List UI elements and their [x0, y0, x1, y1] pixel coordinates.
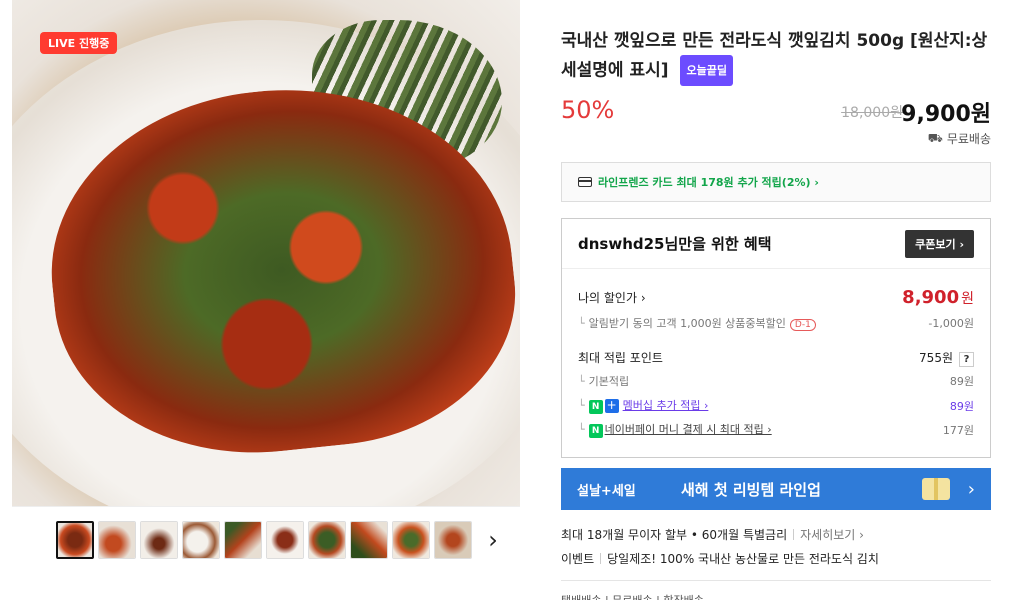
discount-rate: 50% [561, 96, 615, 124]
shipping-label: 무료배송 [946, 132, 991, 146]
credit-card-icon [578, 177, 592, 187]
alarm-discount-value: -1,000원 [928, 317, 974, 330]
event-text: 당일제조! 100% 국내산 농산물로 만든 전라도식 김치 [607, 552, 879, 566]
event-info: 이벤트 당일제조! 100% 국내산 농산물로 만든 전라도식 김치 [561, 550, 879, 567]
thumbnail-row [56, 521, 472, 559]
plus-icon: + [604, 398, 619, 413]
points-row: 최대 적립 포인트 755원? [578, 347, 974, 367]
final-price: 9,900원 [901, 102, 991, 127]
chevron-right-icon[interactable]: › [482, 526, 504, 554]
dday-badge: D-1 [789, 319, 816, 331]
alarm-discount-label: 알림받기 동의 고객 1,000원 상품중복할인 [588, 317, 786, 330]
my-price-value: 8,900 [902, 287, 960, 308]
divider [600, 553, 602, 564]
basic-points: └ 기본적립 [578, 375, 630, 388]
live-badge[interactable]: LIVE 진행중 [40, 32, 118, 54]
card-promo[interactable]: 라인프렌즈 카드 최대 178원 추가 적립(2%) › [561, 162, 991, 202]
naver-n-icon: N [588, 400, 603, 414]
live-badge-label: LIVE 진행중 [48, 37, 110, 50]
chevron-right-icon: › [967, 478, 975, 500]
thumbnail-1[interactable] [56, 521, 94, 559]
npay-link[interactable]: 네이버페이 머니 결제 시 최대 적립 › [605, 423, 772, 436]
banner-tag: 설날+세일 [577, 483, 636, 499]
today-deal-badge: 오늘끝딜 [680, 55, 733, 86]
npay-points-row: └ N 네이버페이 머니 결제 시 최대 적립 › 177원 [578, 421, 974, 438]
promo-banner[interactable]: 설날+세일 새해 첫 리빙템 라인업 › [561, 468, 991, 510]
points: 755원? [919, 347, 974, 367]
membership-points: └ N + 멤버십 추가 적립 › [578, 398, 709, 414]
coupon-button[interactable]: 쿠폰보기 › [905, 229, 974, 258]
event-label: 이벤트 [561, 552, 595, 566]
banner-text: 새해 첫 리빙템 라인업 [681, 480, 821, 499]
alarm-discount-row: └ 알림받기 동의 고객 1,000원 상품중복할인 D-1 -1,000원 [578, 315, 974, 331]
thumbnail-3[interactable] [140, 521, 178, 559]
my-price-label[interactable]: 나의 할인가 › [578, 289, 646, 306]
truck-icon: ⛟ [927, 130, 943, 145]
section-divider [561, 580, 991, 581]
points-value: 755원 [919, 351, 953, 365]
original-price: 18,000원 [841, 105, 903, 121]
gift-icon [921, 478, 950, 500]
npay-points-value: 177원 [942, 423, 974, 437]
product-title: 국내산 깻잎으로 만든 전라도식 깻잎김치 500g [원산지:상세설명에 표시… [561, 28, 991, 86]
product-main-image: LIVE 진행중 [12, 0, 520, 506]
benefit-title: dnswhd25님만을 위한 혜택 [578, 235, 772, 253]
delivery-tabs-partial: 택배배송 | 무료배송 | 합작배송 [561, 592, 704, 600]
installment-text: 최대 18개월 무이자 할부 • 60개월 특별금리 [561, 528, 788, 542]
thumbnail-5[interactable] [224, 521, 262, 559]
points-label: 최대 적립 포인트 [578, 350, 663, 365]
alarm-discount: └ 알림받기 동의 고객 1,000원 상품중복할인 D-1 [578, 315, 816, 331]
basic-points-row: └ 기본적립 89원 [578, 373, 974, 389]
thumbnail-4[interactable] [182, 521, 220, 559]
card-promo-text: 라인프렌즈 카드 최대 178원 추가 적립(2%) › [598, 176, 819, 189]
npay-icon: N [588, 424, 603, 438]
divider [793, 529, 795, 540]
npay-points: └ N 네이버페이 머니 결제 시 최대 적립 › [578, 423, 772, 438]
membership-link[interactable]: 멤버십 추가 적립 › [623, 399, 709, 412]
my-price: 8,900 원 [902, 287, 974, 308]
thumbnail-6[interactable] [266, 521, 304, 559]
membership-points-value: 89원 [949, 399, 974, 413]
basic-points-label: 기본적립 [588, 375, 630, 388]
installment-info: 최대 18개월 무이자 할부 • 60개월 특별금리 자세히보기 › [561, 526, 864, 543]
basic-points-value: 89원 [949, 375, 974, 388]
product-title-text: 국내산 깻잎으로 만든 전라도식 깻잎김치 500g [원산지:상세설명에 표시… [561, 31, 988, 81]
membership-points-row: └ N + 멤버십 추가 적립 › 89원 [578, 397, 974, 414]
my-price-unit: 원 [961, 291, 974, 307]
thumbnail-9[interactable] [392, 521, 430, 559]
thumbnail-10[interactable] [434, 521, 472, 559]
my-price-row: 나의 할인가 › 8,900 원 [578, 287, 974, 308]
benefit-header: dnswhd25님만을 위한 혜택 쿠폰보기 › [562, 219, 990, 269]
help-icon[interactable]: ? [959, 352, 974, 367]
thumbnail-8[interactable] [350, 521, 388, 559]
thumbnail-7[interactable] [308, 521, 346, 559]
thumbnail-strip: › [12, 506, 520, 600]
thumbnail-2[interactable] [98, 521, 136, 559]
benefit-box: dnswhd25님만을 위한 혜택 쿠폰보기 › 나의 할인가 › 8,900 원… [561, 218, 991, 458]
shipping-info: ⛟ 무료배송 [928, 130, 991, 147]
installment-more-link[interactable]: 자세히보기 › [800, 526, 864, 543]
